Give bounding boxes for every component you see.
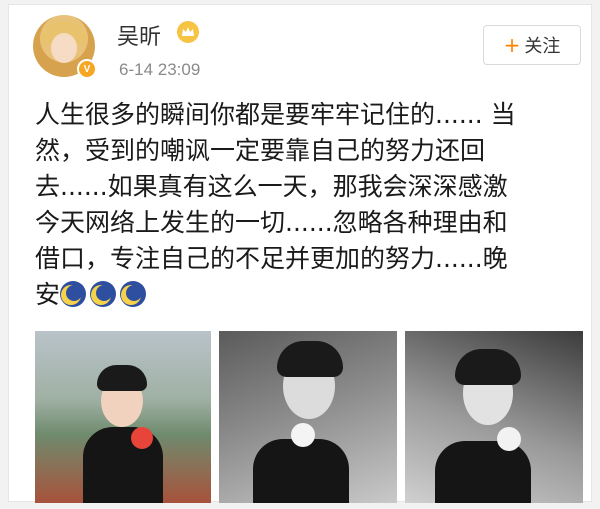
photo-figure-hair xyxy=(277,341,343,377)
photo-figure-dress xyxy=(435,441,531,503)
moon-face-icon xyxy=(60,281,87,307)
post-text: 人生很多的瞬间你都是要牢牢记住的...... 当 然，受到的嘲讽一定要靠自己的努… xyxy=(35,97,575,313)
lollipop-icon xyxy=(131,427,153,449)
photo-figure-hair xyxy=(455,349,521,385)
post-photo-3[interactable] xyxy=(405,331,583,503)
lollipop-icon xyxy=(497,427,521,451)
follow-label: 关注 xyxy=(524,36,561,57)
post-photo-1[interactable] xyxy=(35,331,211,503)
post-line-last: 安 xyxy=(35,277,575,313)
post-photo-2[interactable] xyxy=(219,331,397,503)
post-line: 人生很多的瞬间你都是要牢牢记住的...... 当 xyxy=(35,100,516,129)
moon-face-icon xyxy=(90,281,117,307)
post-line: 然，受到的嘲讽一定要靠自己的努力还回 xyxy=(35,136,486,165)
post-timestamp[interactable]: 6-14 23:09 xyxy=(119,60,200,80)
photo-figure-dress xyxy=(253,439,349,503)
moon-face-icon xyxy=(120,281,147,307)
plus-icon: + xyxy=(503,33,521,57)
post-line: 今天网络上发生的一切......忽略各种理由和 xyxy=(35,208,508,237)
member-crown-icon xyxy=(177,21,199,43)
post-line: 借口，专注自己的不足并更加的努力......晚 xyxy=(35,244,508,273)
weibo-post-card: V 吴昕 6-14 23:09 + 关注 人生很多的瞬间你都是要牢牢记住的...… xyxy=(8,4,592,503)
follow-button[interactable]: + 关注 xyxy=(483,25,581,65)
post-line: 安 xyxy=(35,280,61,309)
photo-figure-hair xyxy=(97,365,147,391)
username[interactable]: 吴昕 xyxy=(117,19,161,51)
post-line: 去......如果真有这么一天，那我会深深感激 xyxy=(35,172,508,201)
verified-badge-icon: V xyxy=(77,59,97,79)
avatar-face xyxy=(51,33,77,63)
lollipop-icon xyxy=(291,423,315,447)
